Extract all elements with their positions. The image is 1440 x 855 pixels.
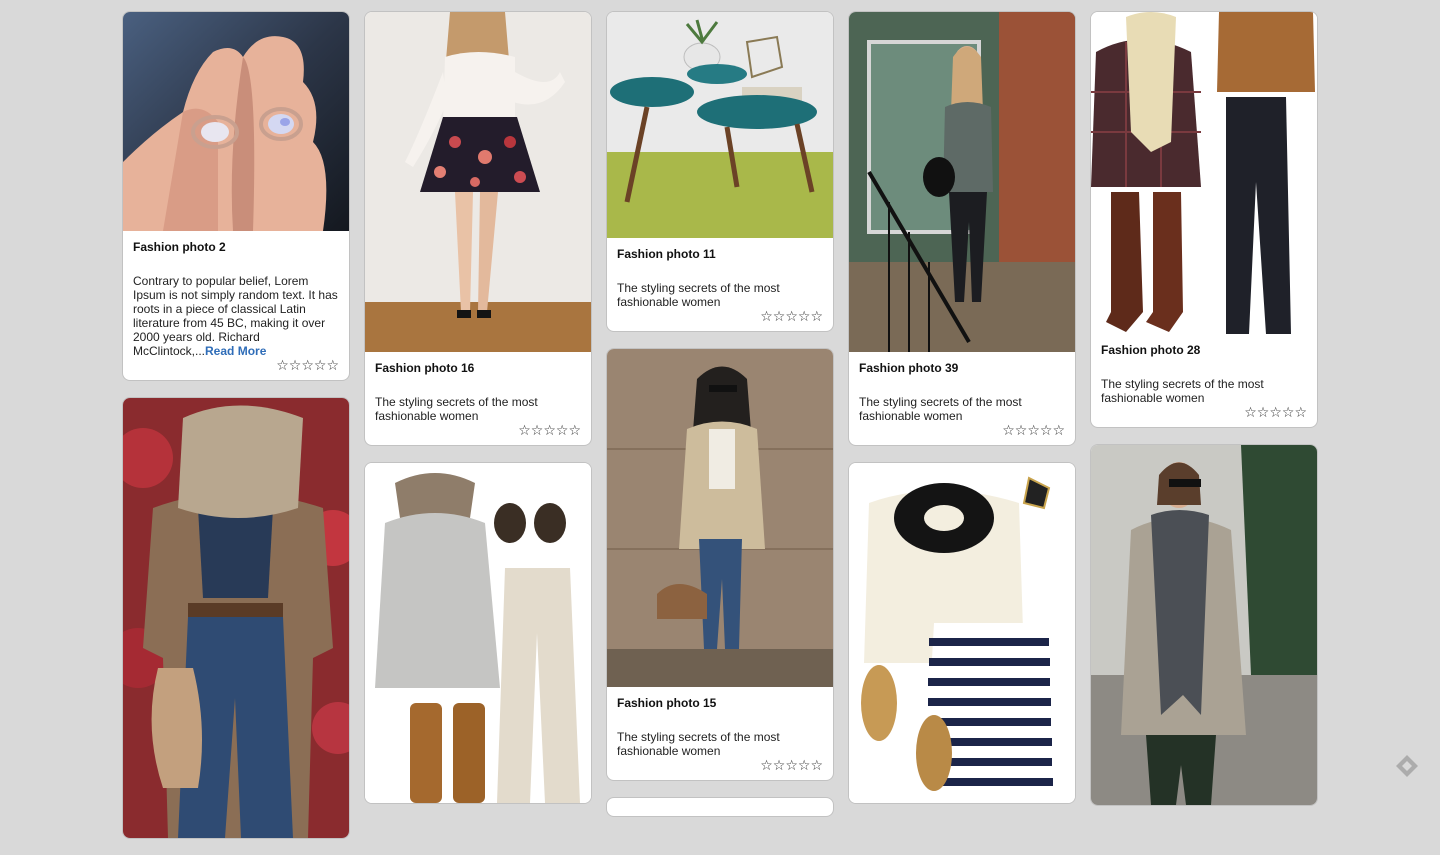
- photo-card[interactable]: Fashion photo 2 Contrary to popular beli…: [122, 11, 350, 381]
- star-rating[interactable]: ☆☆☆☆☆: [375, 423, 581, 437]
- card-description: The styling secrets of the most fashiona…: [1101, 377, 1264, 405]
- card-description: The styling secrets of the most fashiona…: [859, 395, 1022, 423]
- photo-card[interactable]: [1090, 444, 1318, 806]
- feedly-icon[interactable]: [1394, 753, 1420, 779]
- teal-table-photo[interactable]: [607, 12, 833, 238]
- card-title: Fashion photo 15: [617, 696, 717, 710]
- card-description: The styling secrets of the most fashiona…: [617, 730, 780, 758]
- card-title: Fashion photo 39: [859, 361, 959, 375]
- star-rating[interactable]: ☆☆☆☆☆: [1101, 405, 1307, 419]
- floral-skirt-photo[interactable]: [365, 12, 591, 352]
- photo-card[interactable]: Fashion photo 39 The styling secrets of …: [848, 11, 1076, 446]
- card-caption: Fashion photo 11 The styling secrets of …: [607, 238, 833, 331]
- star-rating[interactable]: ☆☆☆☆☆: [859, 423, 1065, 437]
- photo-card[interactable]: [848, 462, 1076, 804]
- column-4: Fashion photo 39 The styling secrets of …: [848, 11, 1076, 820]
- card-caption: Fashion photo 16 The styling secrets of …: [365, 352, 591, 445]
- striped-skirt-outfit-photo[interactable]: [849, 463, 1075, 803]
- star-rating[interactable]: ☆☆☆☆☆: [617, 758, 823, 772]
- photo-card[interactable]: [122, 397, 350, 839]
- grey-scarf-cardigan-photo[interactable]: [1091, 445, 1317, 805]
- photo-card[interactable]: Fashion photo 28 The styling secrets of …: [1090, 11, 1318, 428]
- card-caption: Fashion photo 39 The styling secrets of …: [849, 352, 1075, 445]
- photo-card[interactable]: Fashion photo 16 The styling secrets of …: [364, 11, 592, 446]
- column-1: Fashion photo 2 Contrary to popular beli…: [122, 11, 350, 855]
- rings-photo[interactable]: [123, 12, 349, 231]
- photo-card[interactable]: Fashion photo 15 The styling secrets of …: [606, 348, 834, 781]
- column-3: Fashion photo 11 The styling secrets of …: [606, 11, 834, 833]
- card-title: Fashion photo 16: [375, 361, 475, 375]
- photo-card[interactable]: Fashion photo 11 The styling secrets of …: [606, 11, 834, 332]
- photo-card[interactable]: [364, 462, 592, 804]
- card-caption: Fashion photo 15 The styling secrets of …: [607, 687, 833, 780]
- column-2: Fashion photo 16 The styling secrets of …: [364, 11, 592, 820]
- card-description: The styling secrets of the most fashiona…: [617, 281, 780, 309]
- stairs-outfit-photo[interactable]: [849, 12, 1075, 352]
- card-description: The styling secrets of the most fashiona…: [375, 395, 538, 423]
- column-5: Fashion photo 28 The styling secrets of …: [1090, 11, 1318, 822]
- card-description: Contrary to popular belief, Lorem Ipsum …: [133, 274, 339, 358]
- star-rating[interactable]: ☆☆☆☆☆: [133, 358, 339, 372]
- trench-coat-photo[interactable]: [607, 349, 833, 687]
- read-more-link[interactable]: Read More: [205, 344, 266, 358]
- card-caption: Fashion photo 28 The styling secrets of …: [1091, 334, 1317, 427]
- scarf-blazer-outfit-photo[interactable]: [123, 398, 349, 838]
- card-title: Fashion photo 2: [133, 240, 226, 254]
- card-title: Fashion photo 28: [1101, 343, 1201, 357]
- plaid-boots-outfit-photo[interactable]: [1091, 12, 1317, 334]
- star-rating[interactable]: ☆☆☆☆☆: [617, 309, 823, 323]
- card-caption: Fashion photo 2 Contrary to popular beli…: [123, 231, 349, 380]
- photo-card[interactable]: [606, 797, 834, 817]
- card-title: Fashion photo 11: [617, 247, 716, 261]
- grey-sweater-outfit-photo[interactable]: [365, 463, 591, 803]
